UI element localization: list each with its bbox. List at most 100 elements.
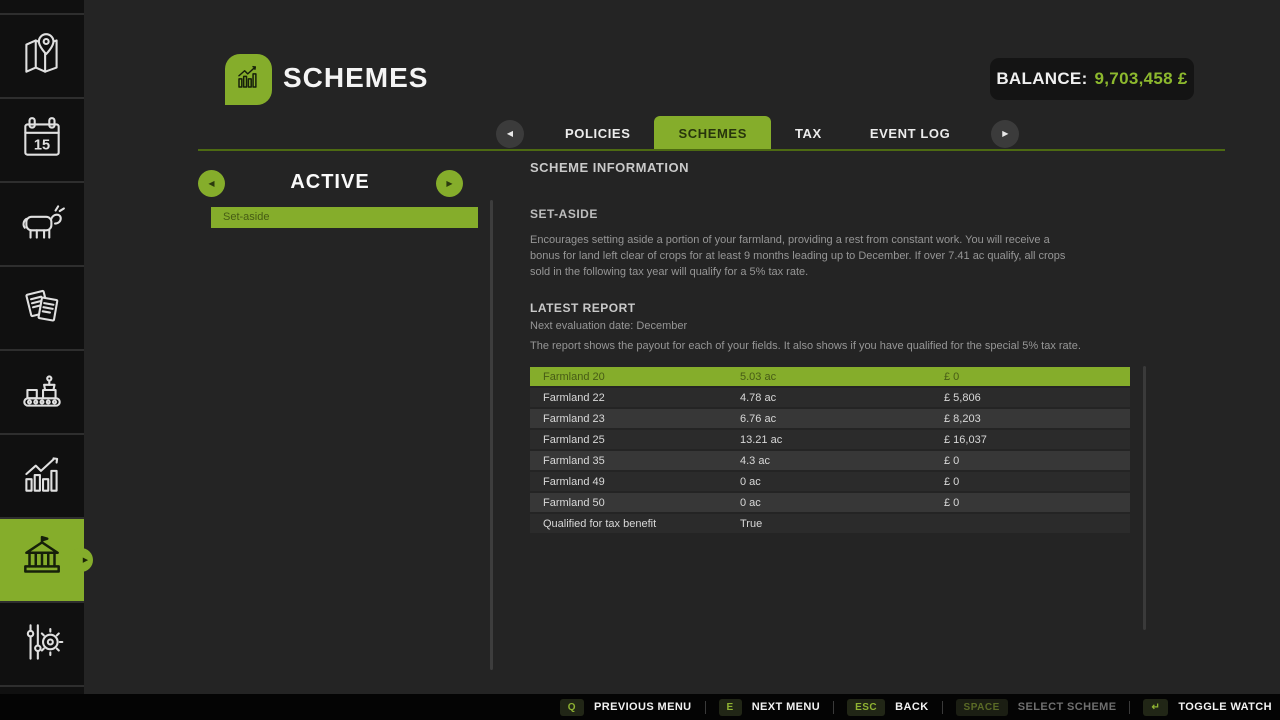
- field-payout: £ 16,037: [944, 434, 1130, 446]
- scheme-name-heading: SET-ASIDE: [530, 207, 598, 221]
- next-evaluation-date: Next evaluation date: December: [530, 320, 687, 332]
- field-payout: £ 0: [944, 371, 1130, 383]
- field-name: Qualified for tax benefit: [530, 518, 740, 530]
- sidebar-item-contracts[interactable]: [0, 267, 84, 349]
- contracts-icon: [17, 281, 67, 336]
- active-tab-notch: ▶: [69, 548, 93, 572]
- table-row[interactable]: Farmland 35 4.3 ac £ 0: [530, 451, 1130, 470]
- statistics-icon: [17, 449, 67, 504]
- tabs-next-button[interactable]: ▶: [991, 120, 1019, 148]
- panel-scrollbar[interactable]: [490, 200, 493, 670]
- field-name: Farmland 23: [530, 413, 740, 425]
- hotkey-label: TOGGLE WATCH: [1178, 701, 1272, 713]
- field-value: True: [740, 518, 944, 530]
- table-row[interactable]: Farmland 20 5.03 ac £ 0: [530, 367, 1130, 386]
- enter-key-icon: ↵: [1143, 699, 1168, 716]
- cow-icon: [17, 197, 67, 252]
- hotkey-toggle-watch[interactable]: ↵ TOGGLE WATCH: [1143, 699, 1272, 716]
- field-payout: £ 5,806: [944, 392, 1130, 404]
- table-row[interactable]: Farmland 23 6.76 ac £ 8,203: [530, 409, 1130, 428]
- balance-label: BALANCE:: [996, 69, 1087, 89]
- schemes-screen: 15: [0, 0, 1280, 720]
- field-area: 13.21 ac: [740, 434, 944, 446]
- map-icon: [17, 29, 67, 84]
- hotkey-label: NEXT MENU: [752, 701, 820, 713]
- key-e: E: [719, 699, 742, 716]
- field-name: Farmland 49: [530, 476, 740, 488]
- calendar-icon: 15: [17, 113, 67, 168]
- hotkey-label: PREVIOUS MENU: [594, 701, 692, 713]
- hotkey-select-scheme: SPACE SELECT SCHEME: [956, 699, 1117, 716]
- hotkey-previous-menu[interactable]: Q PREVIOUS MENU: [560, 699, 692, 716]
- tab-tax[interactable]: TAX: [771, 116, 846, 151]
- hotkey-label: BACK: [895, 701, 928, 713]
- table-scrollbar[interactable]: [1143, 366, 1146, 630]
- hotkey-separator: [1129, 701, 1130, 714]
- hotkey-bar: Q PREVIOUS MENU E NEXT MENU ESC BACK SPA…: [0, 694, 1280, 720]
- table-row-qualified[interactable]: Qualified for tax benefit True: [530, 514, 1130, 533]
- sidebar-item-statistics[interactable]: [0, 435, 84, 517]
- sidebar-item-animals[interactable]: [0, 183, 84, 265]
- settings-icon: [17, 617, 67, 672]
- active-next-button[interactable]: ▶: [436, 170, 463, 197]
- bank-icon: [17, 533, 67, 588]
- field-area: 0 ac: [740, 497, 944, 509]
- field-payout: £ 0: [944, 497, 1130, 509]
- field-area: 6.76 ac: [740, 413, 944, 425]
- sidebar-item-partial-bottom[interactable]: [0, 687, 84, 694]
- chart-badge-icon: [234, 62, 264, 97]
- sidebar-item-calendar[interactable]: 15: [0, 99, 84, 181]
- balance-value: 9,703,458 £: [1095, 69, 1188, 89]
- field-payout: £ 8,203: [944, 413, 1130, 425]
- table-row[interactable]: Farmland 49 0 ac £ 0: [530, 472, 1130, 491]
- arrow-left-icon: ◀: [507, 129, 513, 138]
- report-title: LATEST REPORT: [530, 301, 636, 315]
- sidebar-item-map[interactable]: [0, 15, 84, 97]
- table-row[interactable]: Farmland 22 4.78 ac £ 5,806: [530, 388, 1130, 407]
- scheme-description: Encourages setting aside a portion of yo…: [530, 233, 1082, 281]
- key-q: Q: [560, 699, 584, 716]
- sidebar-item-production[interactable]: [0, 351, 84, 433]
- page-title: SCHEMES: [283, 62, 428, 94]
- field-payout: £ 0: [944, 476, 1130, 488]
- active-panel-title: ACTIVE: [225, 171, 435, 194]
- hotkey-next-menu[interactable]: E NEXT MENU: [719, 699, 821, 716]
- key-space: SPACE: [956, 699, 1008, 716]
- sidebar-item-settings[interactable]: [0, 603, 84, 685]
- hotkey-label: SELECT SCHEME: [1018, 701, 1117, 713]
- scheme-list-item-set-aside[interactable]: Set-aside: [211, 207, 478, 228]
- table-row[interactable]: Farmland 25 13.21 ac £ 16,037: [530, 430, 1130, 449]
- arrow-right-icon: ▶: [1002, 129, 1008, 138]
- hotkey-separator: [942, 701, 943, 714]
- tab-schemes[interactable]: SCHEMES: [654, 116, 771, 151]
- field-name: Farmland 35: [530, 455, 740, 467]
- tab-bar: ◀ POLICIES SCHEMES TAX EVENT LOG ▶: [496, 116, 1019, 151]
- chevron-right-icon: ▶: [83, 556, 88, 564]
- arrow-right-icon: ▶: [446, 179, 452, 188]
- table-row[interactable]: Farmland 50 0 ac £ 0: [530, 493, 1130, 512]
- field-payout: £ 0: [944, 455, 1130, 467]
- production-icon: [17, 365, 67, 420]
- tab-policies[interactable]: POLICIES: [541, 116, 654, 151]
- hotkey-separator: [705, 701, 706, 714]
- hotkey-back[interactable]: ESC BACK: [847, 699, 928, 716]
- tabs-prev-button[interactable]: ◀: [496, 120, 524, 148]
- report-note: The report shows the payout for each of …: [530, 340, 1081, 352]
- tab-underline: [198, 149, 1225, 151]
- field-name: Farmland 22: [530, 392, 740, 404]
- active-prev-button[interactable]: ◀: [198, 170, 225, 197]
- report-table: Farmland 20 5.03 ac £ 0 Farmland 22 4.78…: [530, 367, 1130, 535]
- tab-event-log[interactable]: EVENT LOG: [846, 116, 975, 151]
- field-name: Farmland 25: [530, 434, 740, 446]
- field-name: Farmland 20: [530, 371, 740, 383]
- field-area: 4.3 ac: [740, 455, 944, 467]
- field-area: 4.78 ac: [740, 392, 944, 404]
- section-title: SCHEME INFORMATION: [530, 160, 689, 175]
- sidebar-item-partial-top[interactable]: [0, 0, 84, 13]
- balance-display: BALANCE: 9,703,458 £: [990, 58, 1194, 100]
- hotkey-separator: [833, 701, 834, 714]
- arrow-left-icon: ◀: [208, 179, 214, 188]
- schemes-badge: [225, 54, 272, 105]
- field-area: 0 ac: [740, 476, 944, 488]
- sidebar-item-finances[interactable]: ▶: [0, 519, 84, 601]
